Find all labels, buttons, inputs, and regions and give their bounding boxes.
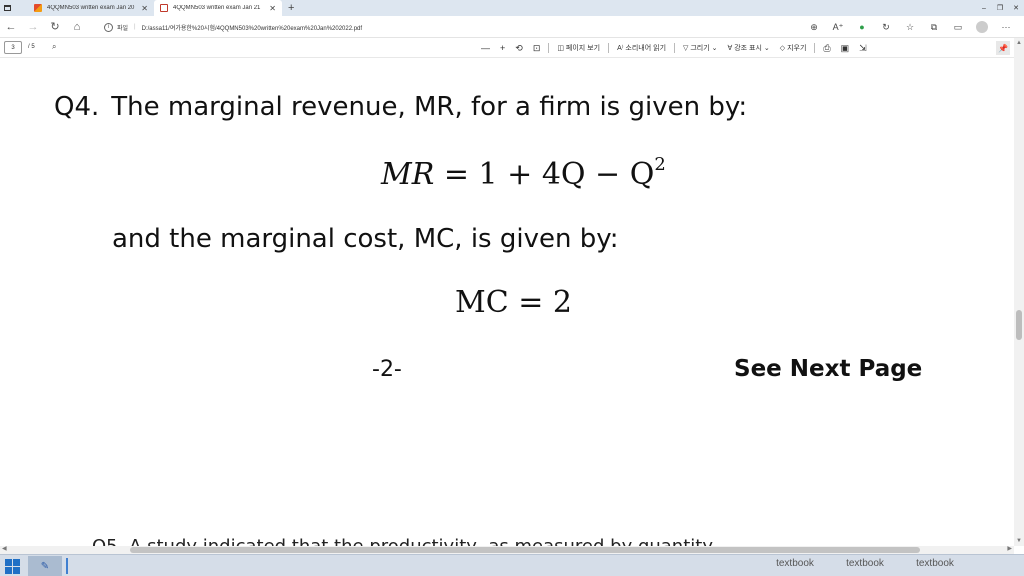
search-icon[interactable]: ⌕ (52, 42, 56, 52)
scroll-left-icon[interactable]: ◀ (2, 545, 7, 552)
tab-exam-jan-20[interactable]: 4QQMN503 written exam Jan 20 ✕ (28, 0, 154, 16)
browser-window: 4QQMN503 written exam Jan 20 ✕ 4QQMN503 … (0, 0, 1024, 576)
taskbar: ✎ textbook textbook textbook (0, 554, 1024, 576)
profile-avatar[interactable] (970, 16, 994, 38)
window-menu-icon[interactable] (0, 0, 14, 16)
refresh-ext-icon[interactable]: ↻ (874, 16, 898, 38)
highlight-icon: ∀ (727, 45, 735, 52)
pdf-favicon-icon (160, 4, 168, 12)
equation-mr-exponent: 2 (654, 154, 666, 175)
body-text: and the marginal cost, MC, is given by: (112, 224, 619, 254)
taskbar-app-icon[interactable]: ✎ (28, 556, 62, 576)
page-view-icon: ◫ (557, 45, 566, 52)
vertical-scroll-thumb[interactable] (1016, 310, 1022, 340)
next-page-peek: Q5. A study indicated that the productiv… (92, 538, 713, 547)
taskbar-label[interactable]: textbook (760, 558, 830, 569)
favorites-icon[interactable]: ☆ (898, 16, 922, 38)
draw-icon: ▽ (683, 45, 691, 52)
url-separator: | (134, 24, 136, 30)
horizontal-scrollbar[interactable]: ◀ ▶ (0, 546, 1014, 554)
home-button[interactable]: ⌂ (66, 16, 88, 38)
erase-label: 지우기 (787, 45, 807, 52)
read-aloud-button[interactable]: A⁾ 소리내어 읽기 (612, 38, 671, 58)
read-aloud-icon: A⁾ (617, 45, 626, 52)
scroll-up-icon[interactable]: ▲ (1016, 40, 1022, 46)
tab-label: 4QQMN503 written exam Jan 20 (47, 5, 135, 11)
pdf-toolbar: 3 / 5 ⌕ — + ⟲ ⊡ ◫ 페이지 보기 A⁾ 소리내어 읽기 ▽ 그리… (0, 38, 1024, 58)
fit-page-icon[interactable]: ⊡ (528, 38, 546, 58)
read-mode-icon[interactable]: A⁺ (826, 16, 850, 38)
page-total: / 5 (28, 44, 35, 50)
collections-icon[interactable]: ⧉ (922, 16, 946, 38)
refresh-button[interactable]: ↻ (44, 16, 66, 38)
zoom-in-button[interactable]: + (495, 38, 510, 58)
scroll-down-icon[interactable]: ▼ (1016, 538, 1022, 544)
close-tab-icon[interactable]: ✕ (141, 4, 148, 13)
window-controls: – ❐ ✕ (976, 0, 1024, 16)
extension-icon[interactable]: ● (850, 16, 874, 38)
address-bar: ← → ↻ ⌂ i 파일 | D:/assa11/여가용한%20시험/4QQMN… (0, 16, 1024, 38)
page-number: -2- (372, 357, 402, 382)
read-aloud-label: 소리내어 읽기 (625, 45, 667, 52)
question-text: The marginal revenue, MR, for a firm is … (111, 92, 748, 122)
draw-button[interactable]: ▽ 그리기 ⌄ (678, 38, 722, 58)
question-number: Q4. (54, 92, 100, 122)
save-as-icon[interactable]: ⇲ (854, 38, 872, 58)
highlight-button[interactable]: ∀ 강조 표시 ⌄ (722, 38, 774, 58)
site-info-icon[interactable]: i (104, 22, 113, 32)
draw-label: 그리기 (690, 45, 710, 52)
new-tab-button[interactable]: + (288, 2, 294, 14)
equation-mr: MR = 1 + 4Q − Q2 (381, 154, 666, 192)
more-menu-icon[interactable]: ··· (994, 16, 1018, 38)
close-window-button[interactable]: ✕ (1008, 0, 1024, 16)
chevron-down-icon[interactable]: ⌄ (762, 44, 770, 52)
url-scheme: 파일 (117, 25, 129, 32)
toolbar-divider (814, 43, 816, 53)
toolbar-divider (608, 43, 610, 53)
equation-mr-lhs: MR (381, 157, 435, 192)
taskbar-label[interactable]: textbook (830, 558, 900, 569)
tab-exam-jan-21[interactable]: 4QQMN503 written exam Jan 21 ✕ (154, 0, 282, 16)
page-view-button[interactable]: ◫ 페이지 보기 (552, 38, 605, 58)
horizontal-scroll-thumb[interactable] (130, 547, 920, 553)
see-next-page: See Next Page (734, 356, 923, 382)
vertical-scrollbar[interactable]: ▲ ▼ (1014, 38, 1024, 546)
url-text: D:/assa11/여가용한%20시험/4QQMN503%20written%2… (141, 25, 363, 32)
print-icon[interactable]: ⎙ (818, 38, 835, 58)
tab-label: 4QQMN503 written exam Jan 21 (173, 5, 261, 11)
restore-button[interactable]: ❐ (992, 0, 1008, 16)
question-heading: Q4. The marginal revenue, MR, for a firm … (54, 92, 747, 122)
back-button[interactable]: ← (0, 16, 22, 38)
chevron-down-icon[interactable]: ⌄ (710, 44, 718, 52)
toolbar-divider (674, 43, 676, 53)
url-field[interactable]: i 파일 | D:/assa11/여가용한%20시험/4QQMN503%20wr… (104, 18, 804, 36)
minimize-button[interactable]: – (976, 0, 992, 16)
close-tab-icon[interactable]: ✕ (269, 4, 276, 13)
zoom-out-button[interactable]: — (476, 38, 495, 58)
scroll-right-icon[interactable]: ▶ (1007, 545, 1012, 552)
taskbar-labels: textbook textbook textbook (760, 558, 970, 569)
rotate-icon[interactable]: ⟲ (510, 38, 528, 58)
pdf-tools: — + ⟲ ⊡ ◫ 페이지 보기 A⁾ 소리내어 읽기 ▽ 그리기 ⌄ ∀ 강조… (476, 38, 872, 58)
eraser-icon: ◇ (779, 45, 788, 52)
page-number-input[interactable]: 3 (4, 41, 22, 54)
erase-button[interactable]: ◇ 지우기 (775, 38, 812, 58)
pdf-document-page: Q4. The marginal revenue, MR, for a firm … (0, 58, 1014, 546)
pin-toolbar-icon[interactable]: 📌 (996, 41, 1010, 55)
equation-mc: MC = 2 (455, 285, 572, 320)
pdf-favicon-icon (34, 4, 42, 12)
taskbar-label[interactable]: textbook (900, 558, 970, 569)
windows-start-icon[interactable] (2, 557, 22, 575)
highlight-label: 강조 표시 (734, 45, 762, 52)
equation-mr-rhs: = 1 + 4Q − Q (443, 157, 655, 192)
forward-button[interactable]: → (22, 16, 44, 38)
toolbar-divider (548, 43, 550, 53)
zoom-icon[interactable]: ⊕ (802, 16, 826, 38)
browser-toolbar-icons: ⊕ A⁺ ● ↻ ☆ ⧉ ▭ ··· (802, 16, 1018, 38)
save-icon[interactable]: ▣ (836, 38, 855, 58)
split-screen-icon[interactable]: ▭ (946, 16, 970, 38)
tab-strip: 4QQMN503 written exam Jan 20 ✕ 4QQMN503 … (0, 0, 1024, 16)
taskbar-divider (66, 558, 68, 574)
page-view-label: 페이지 보기 (565, 45, 601, 52)
